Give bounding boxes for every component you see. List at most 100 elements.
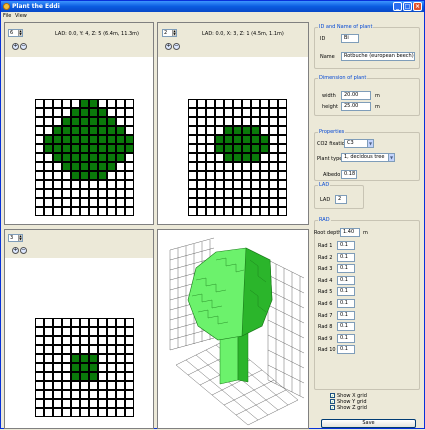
rad-field[interactable]: 0.1 — [337, 287, 355, 297]
menu-file[interactable]: File — [3, 13, 11, 19]
voxel-cell[interactable] — [242, 189, 251, 198]
voxel-cell[interactable] — [98, 189, 107, 198]
voxel-cell[interactable] — [278, 189, 287, 198]
voxel-cell[interactable] — [44, 180, 53, 189]
co2-select[interactable]: C3 ▼ — [344, 139, 374, 148]
voxel-cell-filled[interactable] — [71, 153, 80, 162]
voxel-cell[interactable] — [215, 126, 224, 135]
voxel-cell-filled[interactable] — [125, 144, 134, 153]
voxel-cell[interactable] — [224, 189, 233, 198]
voxel-cell-filled[interactable] — [89, 99, 98, 108]
voxel-cell[interactable] — [188, 198, 197, 207]
voxel-cell-filled[interactable] — [242, 126, 251, 135]
voxel-cell-filled[interactable] — [62, 162, 71, 171]
voxel-cell-filled[interactable] — [53, 126, 62, 135]
voxel-cell[interactable] — [125, 171, 134, 180]
voxel-cell[interactable] — [44, 99, 53, 108]
voxel-cell[interactable] — [197, 135, 206, 144]
save-button[interactable]: Save — [321, 419, 416, 428]
voxel-cell[interactable] — [269, 180, 278, 189]
voxel-cell[interactable] — [35, 171, 44, 180]
voxel-cell-filled[interactable] — [89, 117, 98, 126]
voxel-cell[interactable] — [62, 99, 71, 108]
zoom-out-icon[interactable]: − — [173, 43, 180, 50]
voxel-cell-filled[interactable] — [44, 135, 53, 144]
voxel-cell[interactable] — [125, 99, 134, 108]
maximize-button[interactable]: □ — [403, 2, 412, 11]
voxel-cell[interactable] — [53, 171, 62, 180]
voxel-cell-filled[interactable] — [71, 354, 80, 363]
layer-spinner-xz[interactable]: 2 ▲ ▼ — [162, 29, 177, 37]
voxel-cell[interactable] — [197, 180, 206, 189]
voxel-cell[interactable] — [269, 207, 278, 216]
voxel-cell[interactable] — [44, 108, 53, 117]
voxel-cell[interactable] — [224, 180, 233, 189]
voxel-cell[interactable] — [116, 117, 125, 126]
voxel-cell[interactable] — [242, 99, 251, 108]
voxel-cell[interactable] — [125, 117, 134, 126]
voxel-cell[interactable] — [215, 189, 224, 198]
voxel-cell[interactable] — [269, 153, 278, 162]
voxel-grid-yz[interactable] — [35, 318, 134, 417]
voxel-cell-filled[interactable] — [224, 153, 233, 162]
voxel-cell[interactable] — [224, 117, 233, 126]
voxel-cell-filled[interactable] — [89, 363, 98, 372]
voxel-cell-filled[interactable] — [107, 162, 116, 171]
voxel-cell[interactable] — [188, 144, 197, 153]
voxel-cell[interactable] — [62, 408, 71, 417]
voxel-cell[interactable] — [80, 207, 89, 216]
voxel-cell-filled[interactable] — [98, 126, 107, 135]
voxel-cell[interactable] — [116, 363, 125, 372]
voxel-cell[interactable] — [44, 162, 53, 171]
voxel-cell[interactable] — [233, 189, 242, 198]
voxel-cell[interactable] — [197, 198, 206, 207]
voxel-cell-filled[interactable] — [80, 126, 89, 135]
chevron-down-icon[interactable]: ▼ — [388, 154, 394, 161]
voxel-cell[interactable] — [116, 108, 125, 117]
voxel-cell-filled[interactable] — [98, 153, 107, 162]
voxel-cell[interactable] — [206, 171, 215, 180]
voxel-cell[interactable] — [98, 180, 107, 189]
voxel-cell[interactable] — [80, 381, 89, 390]
voxel-cell[interactable] — [89, 198, 98, 207]
voxel-cell[interactable] — [125, 381, 134, 390]
layer-spinner-xy[interactable]: 6 ▲ ▼ — [8, 29, 23, 37]
voxel-cell[interactable] — [35, 99, 44, 108]
voxel-cell-filled[interactable] — [215, 144, 224, 153]
root-depth-field[interactable]: 1.40 — [340, 228, 360, 237]
voxel-cell[interactable] — [53, 180, 62, 189]
spinner-arrows-icon[interactable]: ▲ ▼ — [18, 235, 22, 241]
voxel-cell[interactable] — [224, 207, 233, 216]
voxel-cell[interactable] — [80, 336, 89, 345]
voxel-cell[interactable] — [35, 408, 44, 417]
voxel-cell[interactable] — [242, 180, 251, 189]
voxel-cell-filled[interactable] — [242, 144, 251, 153]
voxel-cell[interactable] — [224, 171, 233, 180]
voxel-cell[interactable] — [116, 327, 125, 336]
voxel-cell[interactable] — [125, 354, 134, 363]
voxel-cell[interactable] — [71, 336, 80, 345]
voxel-cell[interactable] — [188, 162, 197, 171]
voxel-cell[interactable] — [107, 381, 116, 390]
width-field[interactable]: 20.00 — [341, 91, 371, 100]
rad-field[interactable]: 0.1 — [337, 264, 355, 274]
voxel-cell[interactable] — [260, 117, 269, 126]
voxel-cell-filled[interactable] — [62, 135, 71, 144]
albedo-field[interactable]: 0.18 — [341, 170, 357, 179]
minimize-button[interactable]: _ — [393, 2, 402, 11]
voxel-cell[interactable] — [62, 336, 71, 345]
voxel-cell[interactable] — [89, 399, 98, 408]
voxel-cell[interactable] — [44, 189, 53, 198]
zoom-in-icon[interactable]: + — [165, 43, 172, 50]
voxel-cell[interactable] — [89, 336, 98, 345]
voxel-cell[interactable] — [107, 336, 116, 345]
voxel-cell[interactable] — [35, 162, 44, 171]
voxel-cell[interactable] — [71, 390, 80, 399]
voxel-cell[interactable] — [107, 318, 116, 327]
voxel-cell[interactable] — [35, 327, 44, 336]
voxel-cell-filled[interactable] — [260, 144, 269, 153]
voxel-cell-filled[interactable] — [89, 153, 98, 162]
voxel-cell[interactable] — [62, 180, 71, 189]
voxel-cell[interactable] — [269, 162, 278, 171]
rad-field[interactable]: 0.1 — [337, 299, 355, 308]
